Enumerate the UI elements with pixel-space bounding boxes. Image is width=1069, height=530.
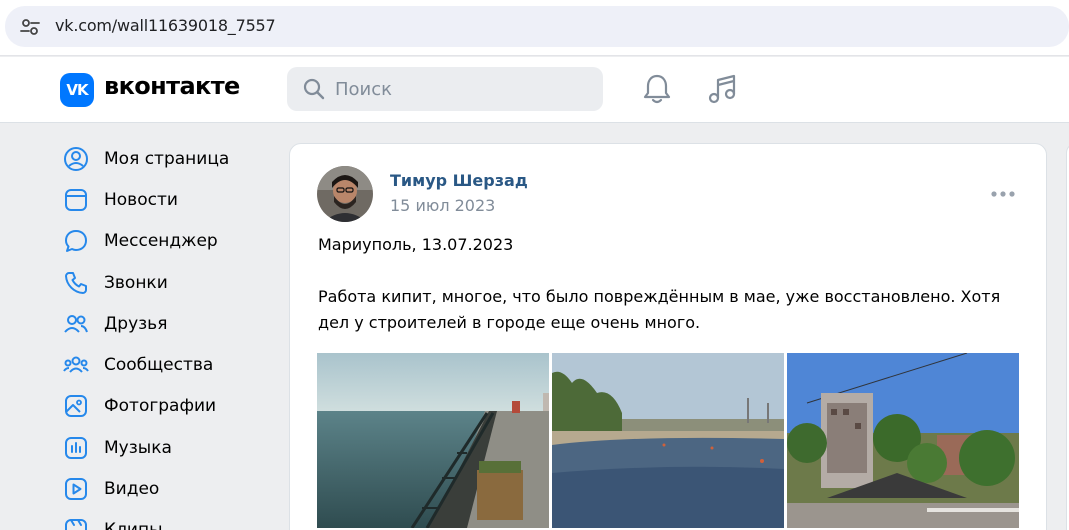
communities-icon <box>63 356 89 373</box>
site-header: VK вконтакте <box>0 57 1069 123</box>
pier-photo[interactable] <box>317 353 549 528</box>
vk-logo-text: VK <box>66 81 88 99</box>
profile-icon <box>64 146 88 171</box>
video-icon <box>65 478 87 501</box>
post-date-link[interactable]: 15 июл 2023 <box>390 196 495 215</box>
vk-logo[interactable]: VK <box>60 73 94 107</box>
building-photo[interactable] <box>787 353 1019 528</box>
nav-item-clips[interactable]: Клипы <box>60 510 280 530</box>
nav-item-my-page[interactable]: Моя страница <box>60 138 280 179</box>
site-info-icon[interactable] <box>20 18 40 36</box>
post-text: Мариуполь, 13.07.2023 Работа кипит, мног… <box>318 232 1018 336</box>
nav-label: Звонки <box>104 272 168 293</box>
nav-label: Мессенджер <box>104 231 218 252</box>
author-avatar[interactable] <box>317 166 373 222</box>
left-navigation: Моя страница Новости Мессенджер Звонки Д… <box>60 138 280 530</box>
search-icon <box>303 78 325 100</box>
music-note-icon[interactable] <box>706 72 738 106</box>
nav-item-friends[interactable]: Друзья <box>60 303 280 344</box>
search-box[interactable] <box>287 67 603 111</box>
vk-brand[interactable]: вконтакте <box>104 72 240 100</box>
nav-item-music[interactable]: Музыка <box>60 427 280 468</box>
post-text-line: Работа кипит, многое, что было повреждён… <box>318 287 1001 306</box>
avatar-image <box>317 166 373 222</box>
post-text-line: Мариуполь, 13.07.2023 <box>318 235 514 254</box>
nav-item-video[interactable]: Видео <box>60 468 280 509</box>
beach-photo[interactable] <box>552 353 784 528</box>
nav-label: Музыка <box>104 437 172 458</box>
post-card: Тимур Шерзад 15 июл 2023 Мариуполь, 13.0… <box>289 143 1047 530</box>
photo-grid <box>317 353 1019 528</box>
nav-item-calls[interactable]: Звонки <box>60 262 280 303</box>
notifications-bell-icon[interactable] <box>641 72 673 106</box>
nav-label: Клипы <box>104 520 163 530</box>
browser-toolbar: vk.com/wall11639018_7557 <box>0 0 1069 56</box>
nav-item-photos[interactable]: Фотографии <box>60 386 280 427</box>
messenger-icon <box>65 230 87 253</box>
nav-item-news[interactable]: Новости <box>60 179 280 220</box>
nav-label: Друзья <box>104 313 168 334</box>
nav-label: Видео <box>104 479 160 500</box>
url-text[interactable]: vk.com/wall11639018_7557 <box>55 16 276 35</box>
address-bar[interactable]: vk.com/wall11639018_7557 <box>5 6 1069 47</box>
nav-label: Моя страница <box>104 148 230 169</box>
nav-label: Новости <box>104 189 178 210</box>
nav-label: Фотографии <box>104 396 217 417</box>
nav-item-messenger[interactable]: Мессенджер <box>60 221 280 262</box>
clips-icon <box>65 519 87 530</box>
nav-item-communities[interactable]: Сообщества <box>60 344 280 385</box>
nav-label: Сообщества <box>104 355 214 376</box>
phone-icon <box>65 271 87 294</box>
more-options-icon[interactable] <box>990 188 1016 200</box>
search-input[interactable] <box>335 67 585 111</box>
music-icon <box>65 436 87 459</box>
photos-icon <box>65 395 87 418</box>
news-icon <box>65 188 87 211</box>
friends-icon <box>64 314 88 333</box>
author-name-link[interactable]: Тимур Шерзад <box>390 171 528 190</box>
post-text-line: дел у строителей в городе еще очень мног… <box>318 313 701 332</box>
